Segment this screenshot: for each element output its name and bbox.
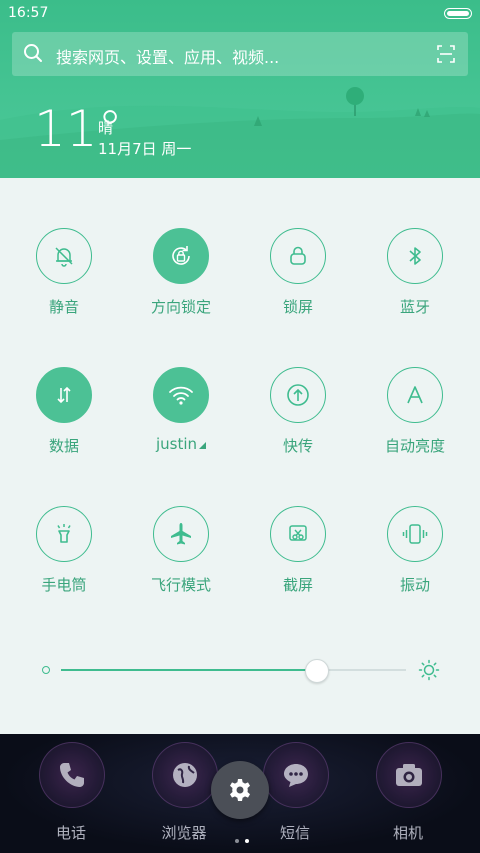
toggle-label: 蓝牙 — [399, 298, 430, 316]
camera-icon[interactable] — [376, 742, 442, 808]
browser-icon[interactable] — [152, 742, 218, 808]
page-dot-active — [245, 839, 249, 843]
toggle-circle[interactable] — [387, 506, 443, 562]
search-placeholder[interactable]: 搜索网页、设置、应用、视频... — [56, 44, 279, 68]
quick-settings-panel: 静音 方向锁定 锁屏 蓝牙 数据 justin 快传 自动亮度 手电筒 飞行模式… — [0, 178, 480, 734]
toggle-circle[interactable] — [153, 228, 209, 284]
brightness-thumb[interactable] — [305, 659, 330, 683]
app-label: 短信 — [279, 824, 310, 842]
lock-icon — [290, 246, 306, 265]
toggle-lock-screen[interactable]: 锁屏 — [241, 228, 357, 338]
toggle-bluetooth[interactable]: 蓝牙 — [358, 228, 474, 338]
vibrate-icon — [402, 524, 428, 544]
wifi-ssid: justin — [155, 435, 198, 453]
auto-brightness-icon — [407, 386, 423, 404]
brightness-fill — [61, 669, 317, 671]
message-icon[interactable] — [263, 742, 329, 808]
toggle-circle[interactable] — [270, 367, 326, 423]
weather-condition: 晴 — [98, 119, 114, 137]
toggle-wifi[interactable]: justin — [124, 367, 240, 477]
airplane-icon — [171, 523, 191, 545]
toggle-silent[interactable]: 静音 — [7, 228, 123, 338]
toggle-circle[interactable] — [270, 228, 326, 284]
toggle-circle[interactable] — [36, 506, 92, 562]
toggle-circle[interactable] — [270, 506, 326, 562]
bell-off-icon — [55, 247, 73, 267]
settings-button[interactable] — [211, 761, 269, 819]
brightness-low-icon — [42, 666, 50, 674]
toggle-flashlight[interactable]: 手电筒 — [7, 506, 123, 616]
status-bar: 16:57 — [0, 0, 480, 28]
toggle-label: 自动亮度 — [384, 437, 445, 455]
clock: 16:57 — [8, 5, 49, 21]
flashlight-icon — [57, 524, 71, 543]
toggle-label: 振动 — [399, 576, 430, 594]
toggle-screenshot[interactable]: 截屏 — [241, 506, 357, 616]
toggle-circle[interactable] — [153, 506, 209, 562]
search-icon — [24, 44, 42, 62]
bluetooth-icon — [409, 247, 421, 265]
toggle-label: 飞行模式 — [150, 576, 211, 594]
toggle-label: 方向锁定 — [150, 298, 211, 316]
toggle-circle[interactable] — [153, 367, 209, 423]
toggle-airplane-mode[interactable]: 飞行模式 — [124, 506, 240, 616]
toggle-circle[interactable] — [36, 228, 92, 284]
app-label: 电话 — [55, 824, 86, 842]
search-bar[interactable]: 搜索网页、设置、应用、视频... — [12, 32, 468, 76]
toggle-circle[interactable] — [36, 367, 92, 423]
app-label: 相机 — [392, 824, 423, 842]
toggle-label: 快传 — [282, 437, 313, 455]
page-indicator — [232, 828, 252, 847]
toggle-label: 截屏 — [282, 576, 313, 594]
wifi-icon — [169, 386, 193, 405]
phone-icon[interactable] — [39, 742, 105, 808]
gear-icon — [230, 779, 250, 801]
signal-corner-icon — [199, 442, 207, 449]
upload-icon — [287, 384, 309, 406]
toggle-circle[interactable] — [387, 367, 443, 423]
brightness-track[interactable] — [61, 659, 406, 683]
toggle-label: 数据 — [48, 437, 79, 455]
battery-icon — [444, 8, 472, 19]
toggle-label: 静音 — [48, 298, 79, 316]
brightness-slider[interactable] — [40, 658, 440, 683]
toggle-mobile-data[interactable]: 数据 — [7, 367, 123, 477]
toggle-label: 锁屏 — [282, 298, 313, 316]
weather-date: 11月7日 周一 — [98, 140, 192, 158]
brightness-high-icon — [418, 659, 440, 681]
battery-level — [447, 11, 469, 16]
screenshot-icon — [289, 525, 307, 541]
toggle-circle[interactable] — [387, 228, 443, 284]
toggle-auto-brightness[interactable]: 自动亮度 — [358, 367, 474, 477]
app-label: 浏览器 — [161, 824, 207, 842]
toggle-quick-transfer[interactable]: 快传 — [241, 367, 357, 477]
header: 16:57 搜索网页、设置、应用、视频... 11° 晴 11月7日 周一 — [0, 0, 480, 178]
toggle-label: justin — [124, 435, 238, 453]
toggle-vibrate[interactable]: 振动 — [358, 506, 474, 616]
rotation-lock-icon — [172, 246, 190, 265]
toggle-label: 手电筒 — [41, 576, 87, 594]
scan-icon[interactable] — [437, 45, 455, 63]
mobile-data-icon — [57, 386, 71, 404]
page-dot — [235, 839, 239, 843]
toggle-rotation-lock[interactable]: 方向锁定 — [124, 228, 240, 338]
